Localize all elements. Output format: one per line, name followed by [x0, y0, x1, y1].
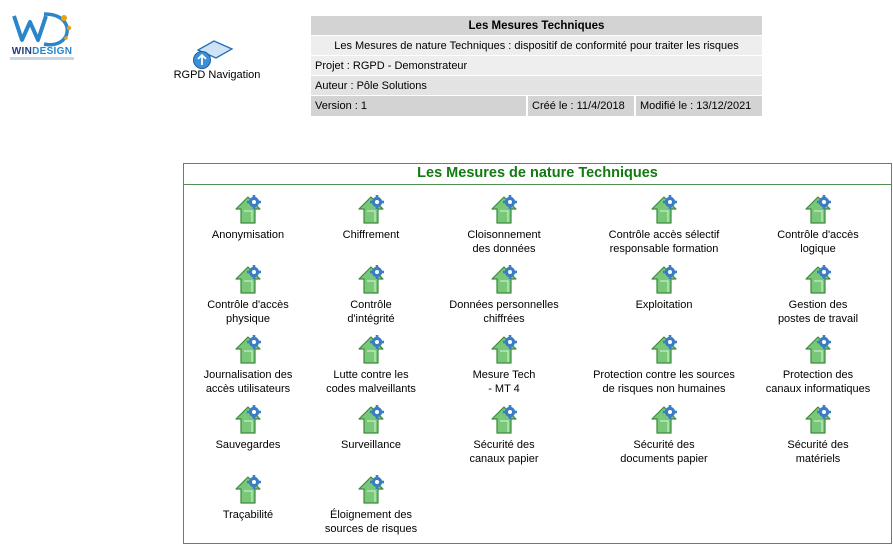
measure-label: Sauvegardes — [215, 439, 281, 451]
measure-item[interactable]: Journalisation des accès utilisateurs — [193, 334, 303, 396]
measure-label: Mesure Tech - MT 4 — [472, 369, 536, 395]
measure-label: Sécurité des matériels — [787, 439, 849, 465]
navigation-up-icon — [193, 40, 234, 69]
house-gear-icon — [235, 265, 261, 294]
logo-tagline-bar — [10, 57, 74, 60]
house-gear-icon — [358, 475, 384, 504]
house-gear-icon — [235, 335, 261, 364]
measure-label: Anonymisation — [211, 229, 285, 241]
measure-label: Surveillance — [341, 439, 401, 451]
measure-label: Exploitation — [635, 299, 693, 311]
measure-label: Journalisation des accès utilisateurs — [203, 369, 293, 395]
measure-item[interactable]: Contrôle d'accès physique — [193, 264, 303, 326]
panel-title: Les Mesures de nature Techniques — [184, 164, 891, 185]
measure-label: Contrôle d'accès physique — [207, 299, 289, 325]
measure-label: Chiffrement — [342, 229, 400, 241]
house-gear-icon — [491, 405, 517, 434]
rgpd-navigation-label: RGPD Navigation — [173, 69, 261, 81]
measures-panel: Les Mesures de nature Techniques Anonymi… — [183, 163, 892, 544]
measure-label: Gestion des postes de travail — [777, 299, 859, 325]
measure-item[interactable]: Surveillance — [316, 404, 426, 452]
measure-label: Contrôle d'accès logique — [777, 229, 859, 255]
measure-label: Traçabilité — [222, 509, 274, 521]
page-title: Les Mesures Techniques — [311, 16, 762, 36]
house-gear-icon — [491, 195, 517, 224]
measure-item[interactable]: Anonymisation — [193, 194, 303, 242]
house-gear-icon — [358, 405, 384, 434]
house-gear-icon — [651, 265, 677, 294]
measure-label: Cloisonnement des données — [467, 229, 541, 255]
measure-label: Contrôle accès sélectif responsable form… — [608, 229, 720, 255]
windesign-logo: WINDESIGN — [8, 10, 74, 66]
house-gear-icon — [651, 195, 677, 224]
measure-label: Protection contre les sources de risques… — [593, 369, 735, 395]
measure-item[interactable]: Protection contre les sources de risques… — [569, 334, 759, 396]
house-gear-icon — [235, 405, 261, 434]
house-gear-icon — [805, 405, 831, 434]
measure-item[interactable]: Sécurité des documents papier — [569, 404, 759, 466]
house-gear-icon — [651, 335, 677, 364]
house-gear-icon — [235, 195, 261, 224]
version-info: Version : 1 — [311, 96, 526, 116]
measure-item[interactable]: Sécurité des canaux papier — [439, 404, 569, 466]
logo-wordmark: WINDESIGN — [11, 46, 73, 57]
measure-label: Protection des canaux informatiques — [765, 369, 871, 395]
house-gear-icon — [491, 265, 517, 294]
measure-item[interactable]: Contrôle d'intégrité — [316, 264, 426, 326]
house-gear-icon — [805, 265, 831, 294]
house-gear-icon — [235, 475, 261, 504]
measure-item[interactable]: Contrôle d'accès logique — [753, 194, 883, 256]
measure-item[interactable]: Données personnelles chiffrées — [439, 264, 569, 326]
house-gear-icon — [358, 335, 384, 364]
measure-item[interactable]: Sauvegardes — [193, 404, 303, 452]
measure-item[interactable]: Traçabilité — [193, 474, 303, 522]
page-subtitle: Les Mesures de nature Techniques : dispo… — [311, 36, 762, 56]
measure-item[interactable]: Cloisonnement des données — [439, 194, 569, 256]
measure-item[interactable]: Lutte contre les codes malveillants — [316, 334, 426, 396]
measure-item[interactable]: Éloignement des sources de risques — [316, 474, 426, 536]
rgpd-navigation-link[interactable]: RGPD Navigation — [170, 38, 264, 81]
measure-label: Sécurité des canaux papier — [469, 439, 539, 465]
measure-item[interactable]: Protection des canaux informatiques — [753, 334, 883, 396]
measure-label: Éloignement des sources de risques — [324, 509, 418, 535]
measure-item[interactable]: Gestion des postes de travail — [753, 264, 883, 326]
version-row: Version : 1 Créé le : 11/4/2018 Modifié … — [311, 96, 762, 116]
measure-label: Lutte contre les codes malveillants — [326, 369, 416, 395]
author-info: Auteur : Pôle Solutions — [311, 76, 762, 96]
house-gear-icon — [358, 265, 384, 294]
header-info-table: Les Mesures Techniques Les Mesures de na… — [311, 16, 762, 116]
project-info: Projet : RGPD - Demonstrateur — [311, 56, 762, 76]
house-gear-icon — [491, 335, 517, 364]
house-gear-icon — [805, 195, 831, 224]
measure-item[interactable]: Mesure Tech - MT 4 — [439, 334, 569, 396]
measure-item[interactable]: Chiffrement — [316, 194, 426, 242]
modified-date: Modifié le : 13/12/2021 — [636, 96, 762, 116]
house-gear-icon — [651, 405, 677, 434]
house-gear-icon — [805, 335, 831, 364]
measure-label: Données personnelles chiffrées — [449, 299, 559, 325]
measure-item[interactable]: Exploitation — [569, 264, 759, 312]
measure-label: Contrôle d'intégrité — [347, 299, 395, 325]
measure-item[interactable]: Sécurité des matériels — [753, 404, 883, 466]
measure-item[interactable]: Contrôle accès sélectif responsable form… — [569, 194, 759, 256]
house-gear-icon — [358, 195, 384, 224]
created-date: Créé le : 11/4/2018 — [528, 96, 634, 116]
measure-label: Sécurité des documents papier — [620, 439, 708, 465]
